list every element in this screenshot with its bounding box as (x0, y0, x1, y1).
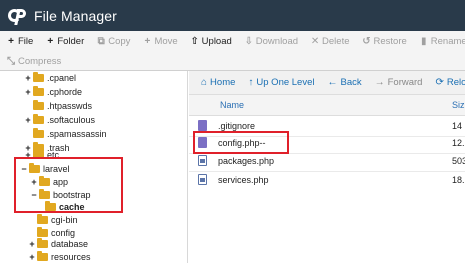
restore-icon: ↺ (362, 35, 371, 47)
download-icon: ⇩ (244, 35, 253, 47)
file-size: 12. (452, 138, 465, 148)
file-name: services.php (218, 175, 269, 185)
folder-icon (37, 214, 48, 224)
copy-button[interactable]: ⧉ Copy (90, 32, 136, 50)
folder-icon (37, 238, 48, 248)
title-bar: File Manager (0, 0, 465, 31)
file-list-panel: ⌂ Home ↑ Up One Level ← Back → Forward ⟳ Relo… (189, 71, 465, 263)
navigation-bar: ⌂ Home ↑ Up One Level ← Back → Forward ⟳ Relo… (189, 71, 465, 95)
file-size: 503 (452, 156, 465, 166)
toolbar-row-primary: + File + Folder ⧉ Copy + Move ⇧ Upload ⇩ Downl… (0, 32, 465, 50)
folder-icon (33, 72, 44, 82)
php-file-icon (198, 174, 207, 185)
file-size: 18. (452, 175, 465, 185)
download-button[interactable]: ⇩ Download (238, 32, 304, 50)
copy-icon: ⧉ (97, 35, 105, 47)
move-button[interactable]: + Move (136, 32, 183, 50)
rename-button[interactable]: ▮ Rename (413, 32, 465, 50)
expand-icon[interactable]: + (24, 73, 32, 83)
folder-icon (33, 86, 44, 96)
reload-icon: ⟳ (435, 77, 444, 88)
plus-icon: + (8, 35, 14, 47)
table-row[interactable]: packages.php 503 (189, 151, 465, 171)
compress-button[interactable]: ⤡ Compress (0, 52, 67, 70)
app-title: File Manager (34, 7, 117, 24)
table-header: Name Siz (189, 95, 465, 116)
file-size: 14 (452, 121, 463, 131)
arrow-right-icon: → (374, 77, 385, 88)
folder-icon (33, 128, 44, 138)
highlight-box-file (193, 131, 289, 154)
toolbar: + File + Folder ⧉ Copy + Move ⇧ Upload ⇩ Downl… (0, 31, 465, 71)
tree-item-cgi-bin[interactable]: cgi-bin (28, 214, 78, 226)
folder-tree: + .cpanel + .cphorde .htpasswds + .softacul… (0, 71, 188, 263)
upload-icon: ⇧ (190, 35, 199, 47)
new-file-button[interactable]: + File (0, 32, 39, 50)
folder-icon (37, 227, 48, 237)
compress-icon: ⤡ (7, 55, 15, 67)
delete-icon: ✕ (310, 35, 320, 47)
file-name: .gitignore (218, 121, 256, 131)
expand-icon[interactable]: + (28, 252, 36, 262)
expand-icon[interactable]: + (24, 115, 32, 125)
table-row[interactable]: services.php 18. (189, 170, 465, 190)
expand-icon[interactable]: + (28, 239, 36, 249)
expand-icon[interactable]: + (24, 87, 32, 97)
delete-button[interactable]: ✕ Delete (304, 32, 355, 50)
tree-item-database[interactable]: + database (28, 238, 88, 250)
tree-item-resources[interactable]: + resources (28, 251, 91, 263)
reload-button[interactable]: ⟳Reload (435, 77, 465, 88)
file-name: packages.php (218, 156, 275, 166)
new-folder-button[interactable]: + Folder (39, 32, 90, 50)
folder-icon (33, 100, 44, 110)
arrow-left-icon: ← (327, 77, 338, 88)
size-column-header[interactable]: Siz (452, 100, 465, 110)
highlight-box-tree (14, 157, 123, 213)
tree-item-htpasswds[interactable]: .htpasswds (24, 100, 92, 112)
text-file-icon (198, 120, 207, 131)
home-icon: ⌂ (201, 77, 208, 88)
name-column-header[interactable]: Name (220, 100, 244, 110)
forward-button[interactable]: → Forward (375, 77, 423, 88)
tree-item-cpanel[interactable]: + .cpanel (24, 72, 76, 84)
upload-button[interactable]: ⇧ Upload (184, 32, 238, 50)
up-one-level-button[interactable]: ↑ Up One Level (248, 77, 314, 88)
move-icon: + (144, 35, 151, 47)
php-file-icon (198, 155, 207, 166)
home-button[interactable]: ⌂ Home (201, 77, 235, 88)
tree-item-cphorde[interactable]: + .cphorde (24, 86, 82, 98)
arrow-up-icon: ↑ (248, 77, 254, 88)
folder-icon (33, 114, 44, 124)
tree-item-softaculous[interactable]: + .softaculous (24, 114, 95, 126)
restore-button[interactable]: ↺ Restore (356, 32, 413, 50)
cpanel-logo-icon (8, 7, 28, 25)
toolbar-row-secondary: ⤡ Compress (0, 52, 67, 70)
rename-icon: ▮ (421, 35, 427, 47)
back-button[interactable]: ← Back (327, 77, 361, 88)
tree-item-spamassassin[interactable]: .spamassassin (24, 128, 107, 140)
folder-icon (37, 251, 48, 261)
plus-icon: + (47, 35, 54, 47)
